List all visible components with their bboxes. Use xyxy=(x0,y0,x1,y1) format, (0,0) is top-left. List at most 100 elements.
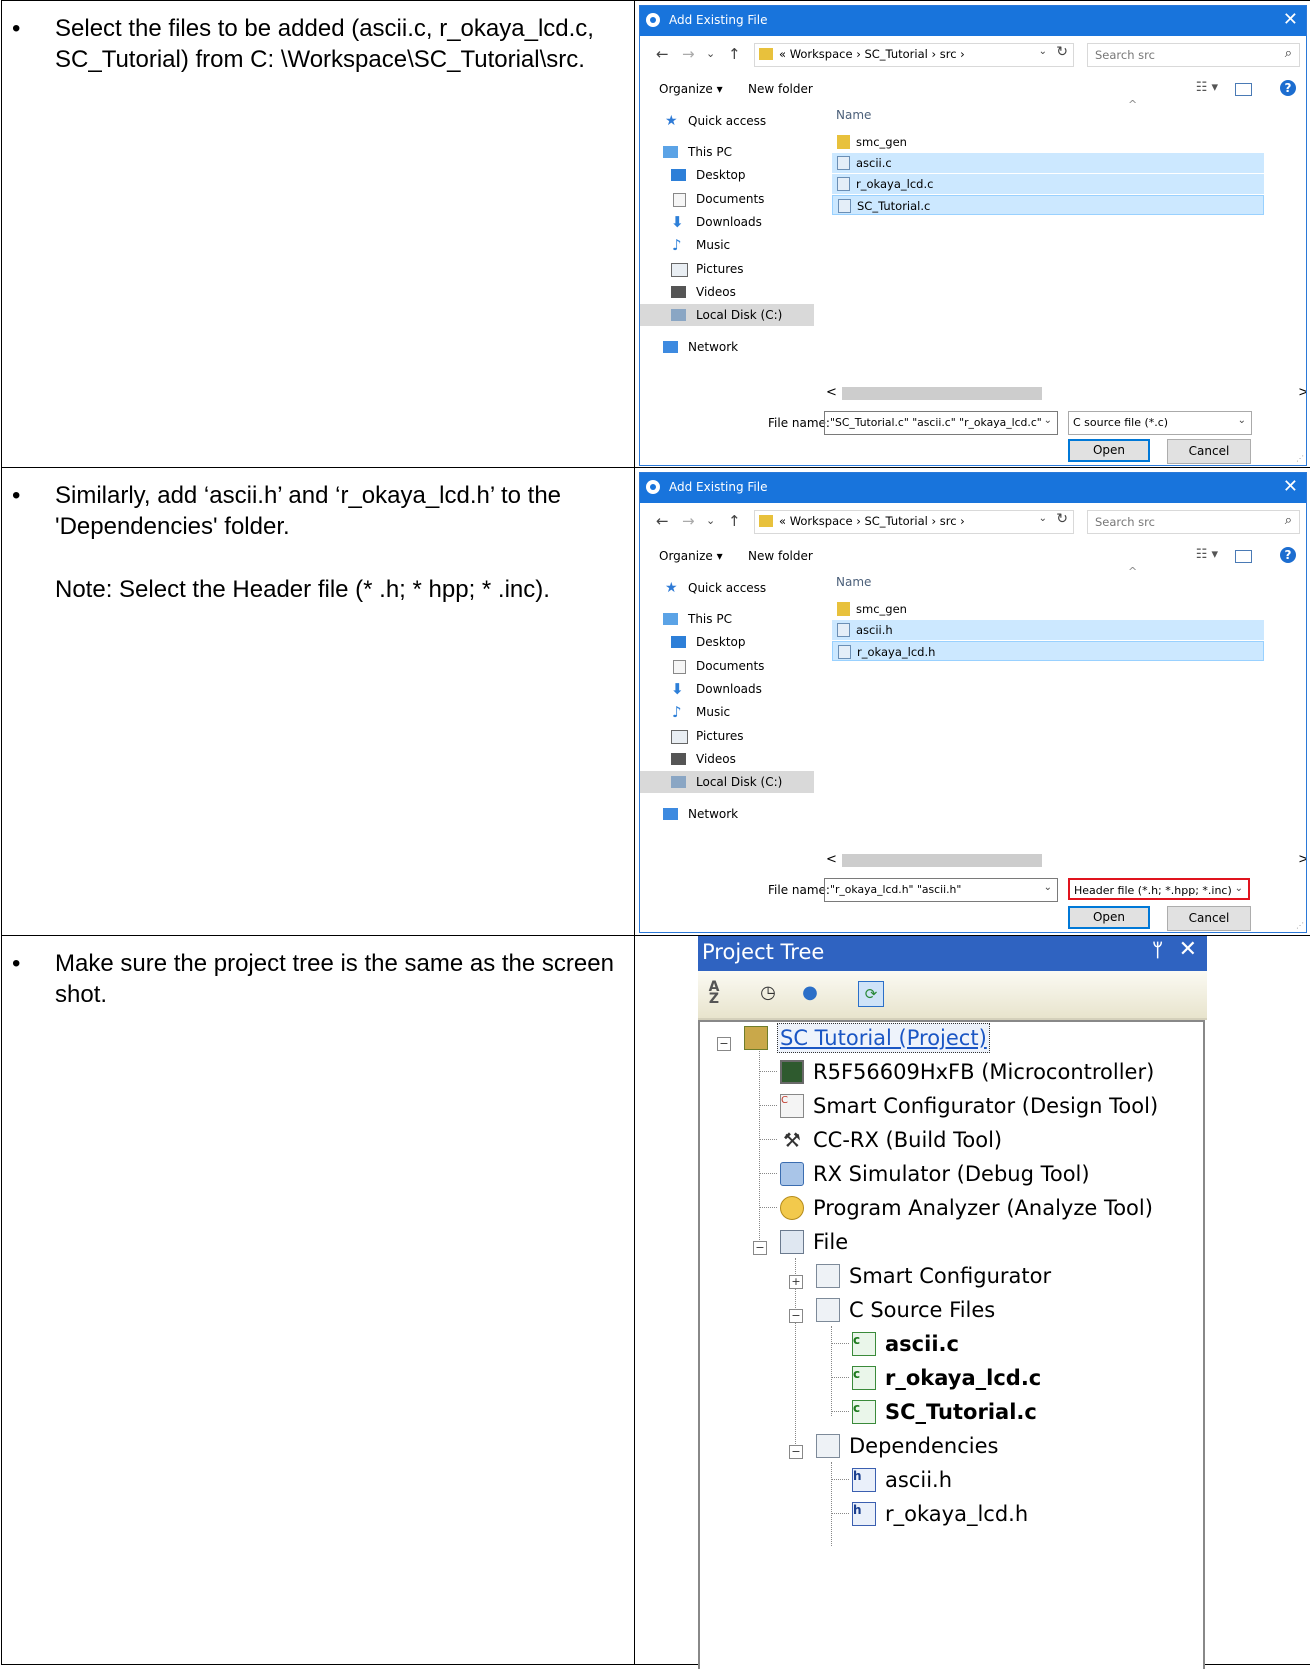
list-item[interactable]: smc_gen xyxy=(832,599,1264,619)
tree-connector xyxy=(831,1513,849,1514)
nav-item-pictures[interactable]: Pictures xyxy=(670,725,812,747)
chevron-down-icon[interactable]: ⌄ xyxy=(1044,415,1052,426)
nav-item-local-disk[interactable]: Local Disk (C:) xyxy=(640,304,814,326)
pin-icon[interactable]: ᛘ xyxy=(1152,940,1163,961)
chevron-down-icon[interactable]: ⌄ xyxy=(1235,883,1243,894)
forward-arrow-icon[interactable]: → xyxy=(682,512,695,530)
horizontal-scrollbar[interactable]: < > xyxy=(820,853,1295,869)
address-bar[interactable]: « Workspace › SC_Tutorial › src › ⌄ ↻ xyxy=(754,43,1074,67)
up-arrow-icon[interactable]: ↑ xyxy=(728,45,741,63)
list-item[interactable]: ascii.h xyxy=(832,620,1264,640)
chevron-down-icon[interactable]: ⌄ xyxy=(1039,46,1047,57)
tree-connector xyxy=(831,1411,849,1412)
help-icon[interactable]: ? xyxy=(1280,547,1296,563)
clock-icon[interactable]: ◷ xyxy=(756,981,780,1005)
resize-grip-icon[interactable]: ⋰ xyxy=(1296,921,1304,930)
nav-item-network[interactable]: Network xyxy=(662,803,812,825)
collapse-toggle[interactable]: − xyxy=(717,1037,731,1051)
back-arrow-icon[interactable]: ← xyxy=(656,45,669,63)
preview-pane-icon[interactable] xyxy=(1235,550,1252,563)
recent-locations-icon[interactable]: ⌄ xyxy=(706,514,715,527)
nav-item-this-pc[interactable]: This PC xyxy=(662,608,812,630)
views-icon[interactable]: ☷ ▾ xyxy=(1196,547,1218,562)
nav-item-music[interactable]: ♪Music xyxy=(670,701,812,723)
preview-pane-icon[interactable] xyxy=(1235,83,1252,96)
horizontal-scrollbar[interactable]: < > xyxy=(820,386,1295,402)
collapse-toggle[interactable]: − xyxy=(789,1445,803,1459)
column-header-name[interactable]: Name xyxy=(836,575,871,589)
scroll-left-icon[interactable]: < xyxy=(826,385,837,400)
nav-item-documents[interactable]: Documents xyxy=(670,655,812,677)
help-icon[interactable]: ? xyxy=(1280,80,1296,96)
nav-item-music[interactable]: ♪Music xyxy=(670,234,812,256)
chevron-down-icon[interactable]: ⌄ xyxy=(1044,882,1052,893)
file-name-label: File name: xyxy=(768,883,830,897)
chevron-down-icon[interactable]: ⌄ xyxy=(1238,415,1246,426)
cancel-button[interactable]: Cancel xyxy=(1167,439,1251,464)
list-item[interactable]: r_okaya_lcd.h xyxy=(832,641,1264,661)
chevron-down-icon[interactable]: ⌄ xyxy=(1039,513,1047,524)
open-button[interactable]: Open xyxy=(1068,906,1150,929)
refresh-icon[interactable]: ↻ xyxy=(1056,511,1068,527)
collapse-toggle[interactable]: − xyxy=(753,1241,767,1255)
nav-item-videos[interactable]: Videos xyxy=(670,281,812,303)
resize-grip-icon[interactable]: ⋰ xyxy=(1296,454,1304,463)
list-item[interactable]: SC_Tutorial.c xyxy=(832,195,1264,215)
user-icon[interactable]: ● xyxy=(798,981,822,1005)
back-arrow-icon[interactable]: ← xyxy=(656,512,669,530)
nav-item-local-disk[interactable]: Local Disk (C:) xyxy=(640,771,814,793)
file-type-value: C source file (*.c) xyxy=(1073,416,1168,429)
project-tree-toolbar: AZ ◷ ● ⟳ xyxy=(698,971,1207,1020)
scroll-left-icon[interactable]: < xyxy=(826,852,837,867)
search-input[interactable]: Search src ⌕ xyxy=(1087,510,1300,534)
forward-arrow-icon[interactable]: → xyxy=(682,45,695,63)
file-type-select[interactable]: C source file (*.c) ⌄ xyxy=(1068,411,1252,435)
nav-item-videos[interactable]: Videos xyxy=(670,748,812,770)
new-folder-button[interactable]: New folder xyxy=(748,82,813,96)
nav-item-downloads[interactable]: ⬇Downloads xyxy=(670,678,812,700)
list-item[interactable]: ascii.c xyxy=(832,153,1264,173)
refresh-icon[interactable]: ⟳ xyxy=(858,981,884,1007)
sort-az-icon[interactable]: AZ xyxy=(702,981,726,1005)
new-folder-button[interactable]: New folder xyxy=(748,549,813,563)
nav-item-downloads[interactable]: ⬇Downloads xyxy=(670,211,812,233)
file-name-field[interactable]: "r_okaya_lcd.h" "ascii.h" ⌄ xyxy=(824,878,1058,902)
nav-item-quick-access[interactable]: ★Quick access xyxy=(662,577,812,599)
scroll-thumb[interactable] xyxy=(842,387,1042,400)
nav-item-desktop[interactable]: Desktop xyxy=(670,164,812,186)
column-header-name[interactable]: Name xyxy=(836,108,871,122)
nav-item-network[interactable]: Network xyxy=(662,336,812,358)
expand-toggle[interactable]: + xyxy=(789,1275,803,1289)
organize-button[interactable]: Organize ▾ xyxy=(659,549,723,563)
collapse-toggle[interactable]: − xyxy=(789,1309,803,1323)
scroll-right-icon[interactable]: > xyxy=(1298,852,1307,867)
nav-item-desktop[interactable]: Desktop xyxy=(670,631,812,653)
nav-item-pictures[interactable]: Pictures xyxy=(670,258,812,280)
download-icon: ⬇ xyxy=(671,211,686,223)
organize-button[interactable]: Organize ▾ xyxy=(659,82,723,96)
tree-connector xyxy=(831,1326,832,1416)
drive-icon xyxy=(671,776,686,788)
address-bar[interactable]: « Workspace › SC_Tutorial › src › ⌄ ↻ xyxy=(754,510,1074,534)
close-icon[interactable]: ✕ xyxy=(1283,476,1298,497)
scroll-thumb[interactable] xyxy=(842,854,1042,867)
close-icon[interactable]: ✕ xyxy=(1283,9,1298,30)
list-item[interactable]: smc_gen xyxy=(832,132,1264,152)
scroll-right-icon[interactable]: > xyxy=(1298,385,1307,400)
nav-item-quick-access[interactable]: ★Quick access xyxy=(662,110,812,132)
up-arrow-icon[interactable]: ↑ xyxy=(728,512,741,530)
open-button[interactable]: Open xyxy=(1068,439,1150,462)
list-item[interactable]: r_okaya_lcd.c xyxy=(832,174,1264,194)
videos-icon xyxy=(671,286,686,298)
search-input[interactable]: Search src ⌕ xyxy=(1087,43,1300,67)
nav-item-documents[interactable]: Documents xyxy=(670,188,812,210)
file-name-field[interactable]: "SC_Tutorial.c" "ascii.c" "r_okaya_lcd.c… xyxy=(824,411,1058,435)
views-icon[interactable]: ☷ ▾ xyxy=(1196,80,1218,95)
close-icon[interactable]: ✕ xyxy=(1179,937,1197,962)
recent-locations-icon[interactable]: ⌄ xyxy=(706,47,715,60)
refresh-icon[interactable]: ↻ xyxy=(1056,44,1068,60)
add-existing-file-dialog: Add Existing File ✕ ← → ⌄ ↑ « Workspace … xyxy=(639,5,1307,466)
cancel-button[interactable]: Cancel xyxy=(1167,906,1251,931)
nav-item-this-pc[interactable]: This PC xyxy=(662,141,812,163)
file-type-select[interactable]: Header file (*.h; *.hpp; *.inc) ⌄ xyxy=(1068,878,1250,900)
